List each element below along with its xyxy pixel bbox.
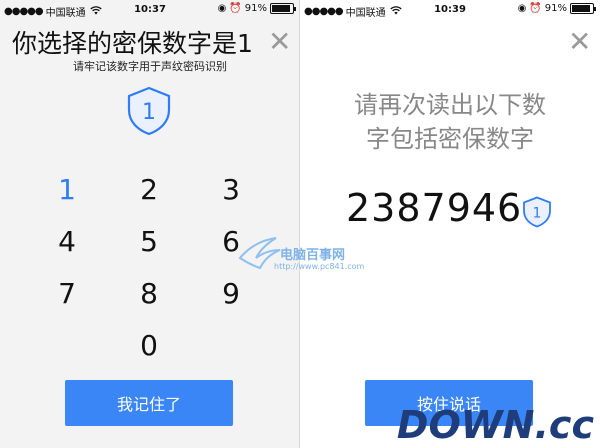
lock-rotation-icon: ◉	[517, 3, 527, 14]
status-right: ◉ ⏰ 91%	[217, 3, 296, 14]
lock-rotation-icon: ◉	[217, 3, 227, 14]
close-icon[interactable]: ✕	[268, 28, 291, 56]
watermark-text: 电脑百事网	[280, 248, 346, 263]
down-cc-logo: DOWN .cc	[397, 406, 594, 444]
battery-percent: 91%	[244, 3, 267, 14]
battery-fill	[272, 5, 290, 12]
key-2[interactable]: 2	[114, 173, 184, 206]
key-7[interactable]: 7	[32, 277, 102, 310]
remembered-button[interactable]: 我记住了	[65, 380, 233, 426]
battery-fill	[572, 5, 590, 12]
status-bar: ●●●●● 中国联通 10:39 ◉ ⏰ 91%	[300, 0, 600, 20]
page-title: 你选择的密保数字是1	[12, 29, 253, 58]
battery-icon	[270, 3, 296, 14]
close-icon[interactable]: ✕	[568, 28, 591, 56]
shield-icon: 1	[126, 86, 172, 140]
key-5[interactable]: 5	[114, 225, 184, 258]
shield-number: 1	[533, 206, 542, 222]
key-3[interactable]: 3	[196, 173, 266, 206]
key-0[interactable]: 0	[114, 329, 184, 362]
shield-icon: 1	[522, 196, 552, 232]
status-right: ◉ ⏰ 91%	[517, 3, 596, 14]
shield-number: 1	[142, 100, 156, 125]
key-4[interactable]: 4	[32, 225, 102, 258]
logo-suffix: .cc	[534, 403, 595, 447]
prompt-line-2: 字包括密保数字	[366, 125, 534, 153]
read-prompt: 请再次读出以下数 字包括密保数字	[300, 88, 600, 156]
key-8[interactable]: 8	[114, 277, 184, 310]
alarm-icon: ⏰	[529, 3, 542, 14]
battery-icon	[570, 3, 596, 14]
watermark-center: 电脑百事网 http://www.pc841.com	[236, 220, 386, 290]
key-1[interactable]: 1	[32, 173, 102, 206]
page-subtitle: 请牢记该数字用于声纹密码识别	[73, 60, 227, 73]
status-bar: ●●●●● 中国联通 10:37 ◉ ⏰ 91%	[0, 0, 300, 20]
logo-main: DOWN	[396, 403, 535, 447]
alarm-icon: ⏰	[229, 3, 242, 14]
prompt-line-1: 请再次读出以下数	[354, 91, 546, 119]
battery-percent: 91%	[544, 3, 567, 14]
watermark-url: http://www.pc841.com	[274, 262, 365, 271]
